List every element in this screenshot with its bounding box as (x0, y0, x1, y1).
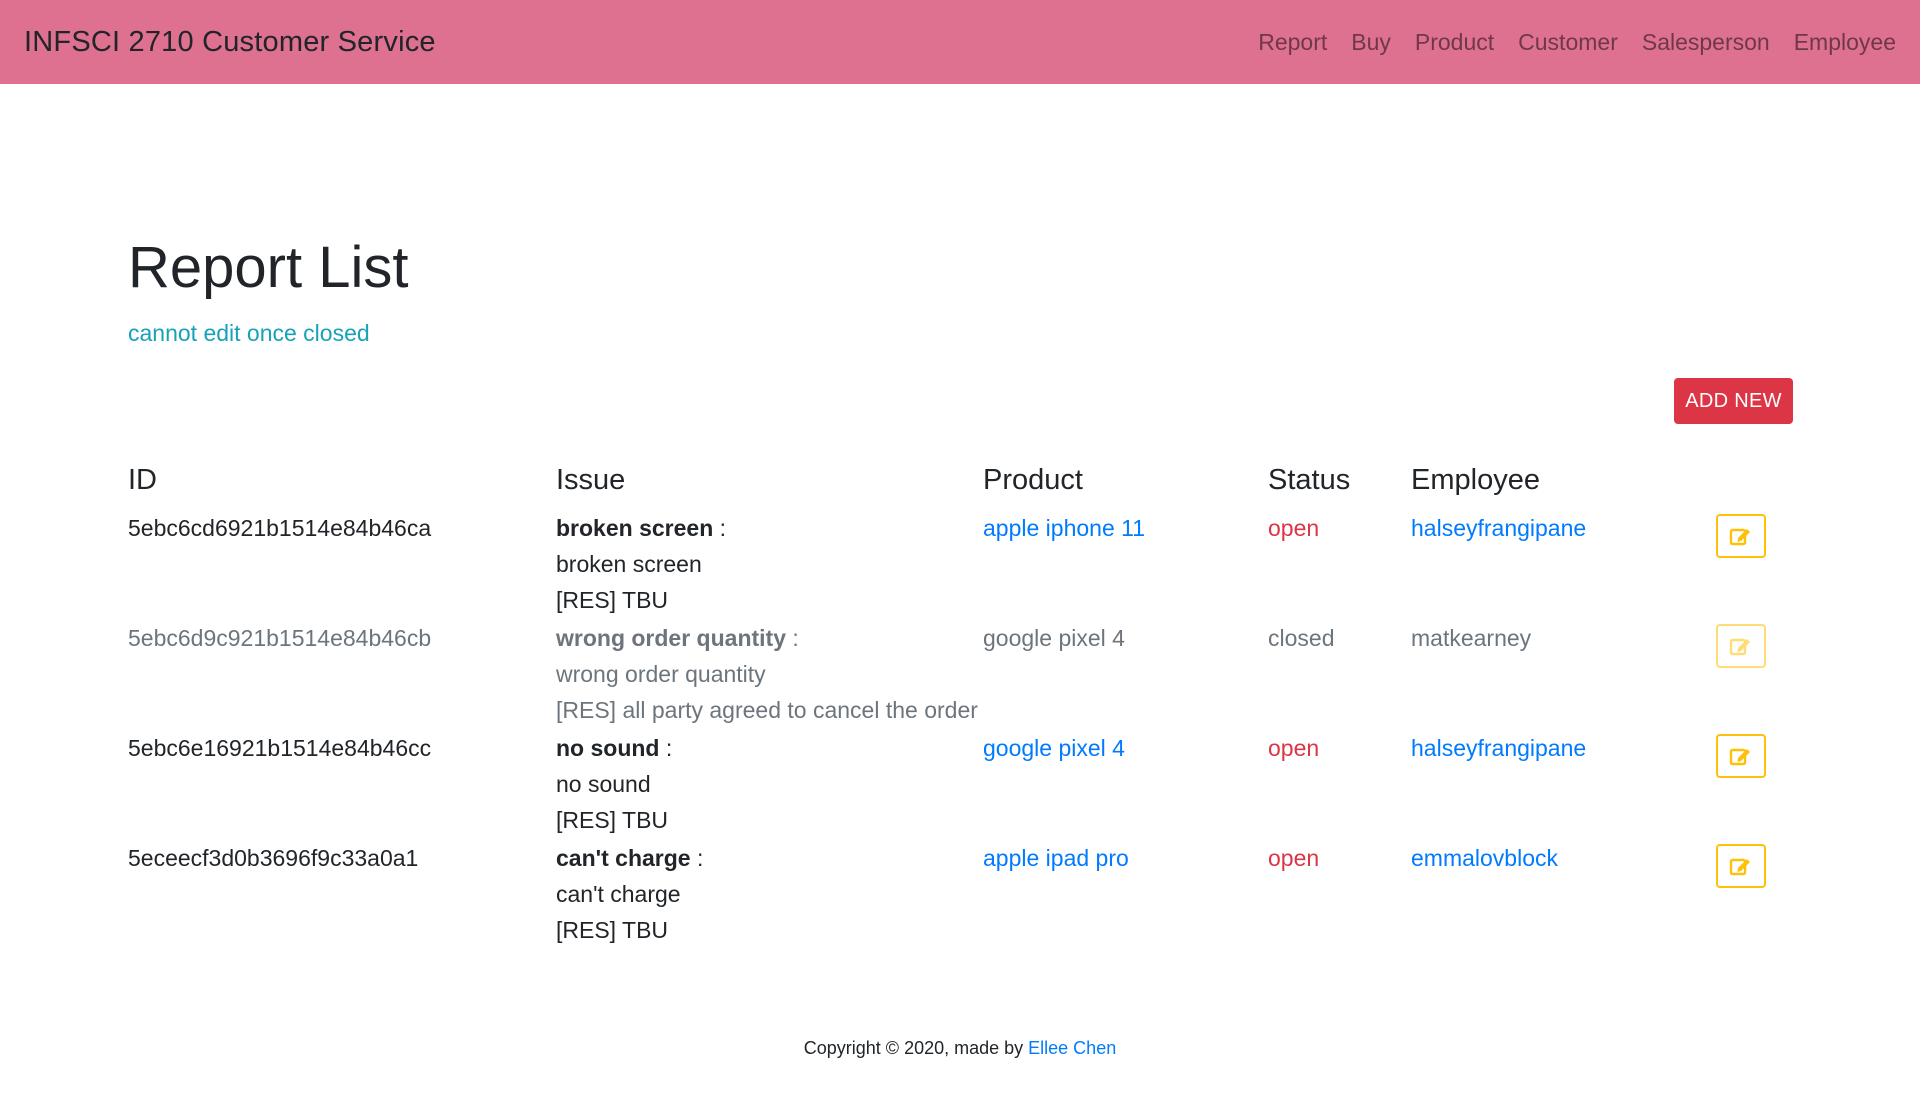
navbar-brand[interactable]: INFSCI 2710 Customer Service (24, 26, 436, 59)
nav-link-customer[interactable]: Customer (1506, 29, 1630, 56)
nav-link-buy[interactable]: Buy (1339, 29, 1403, 56)
report-id: 5ebc6d9c921b1514e84b46cb (128, 625, 432, 651)
status-text: closed (1268, 625, 1335, 651)
issue-resolution: [RES] TBU (556, 917, 669, 943)
report-issue: can't charge : can't charge [RES] TBU (556, 838, 983, 948)
edit-icon (1729, 528, 1750, 546)
table-row: 5ebc6d9c921b1514e84b46cb wrong order qua… (128, 618, 1796, 728)
header-id: ID (128, 464, 157, 496)
employee-link[interactable]: emmalovblock (1411, 845, 1558, 871)
report-issue: wrong order quantity : wrong order quant… (556, 618, 983, 728)
edit-icon (1729, 638, 1750, 656)
status-text: open (1268, 735, 1320, 761)
report-id: 5eceecf3d0b3696f9c33a0a1 (128, 845, 419, 871)
issue-description: wrong order quantity (556, 661, 766, 687)
issue-title: broken screen (556, 515, 714, 541)
issue-title: no sound (556, 735, 660, 761)
header-actions (1696, 464, 1796, 508)
product-link[interactable]: google pixel 4 (983, 735, 1125, 761)
footer: Copyright © 2020, made by Ellee Chen (0, 1038, 1920, 1059)
footer-copyright: Copyright © 2020, made by (803, 1038, 1029, 1058)
footer-author-link[interactable]: Ellee Chen (1028, 1038, 1116, 1058)
report-id: 5ebc6cd6921b1514e84b46ca (128, 515, 432, 541)
employee-link[interactable]: halseyfrangipane (1411, 735, 1586, 761)
issue-title: can't charge (556, 845, 691, 871)
edit-icon (1729, 748, 1750, 766)
employee-link[interactable]: halseyfrangipane (1411, 515, 1586, 541)
navbar-links: Report Buy Product Customer Salesperson … (1246, 29, 1896, 56)
page-title: Report List (128, 235, 409, 300)
edit-icon (1729, 858, 1750, 876)
issue-description: no sound (556, 771, 651, 797)
edit-button[interactable] (1716, 514, 1766, 558)
issue-separator: : (786, 625, 799, 651)
nav-link-employee[interactable]: Employee (1782, 29, 1896, 56)
product-link[interactable]: apple ipad pro (983, 845, 1129, 871)
issue-description: can't charge (556, 881, 681, 907)
edit-button[interactable] (1716, 844, 1766, 888)
nav-link-report[interactable]: Report (1246, 29, 1339, 56)
header-employee: Employee (1411, 464, 1540, 496)
product-text: google pixel 4 (983, 625, 1125, 651)
employee-text: matkearney (1411, 625, 1532, 651)
page-subtitle: cannot edit once closed (128, 320, 370, 346)
status-text: open (1268, 845, 1320, 871)
report-issue: broken screen : broken screen [RES] TBU (556, 508, 983, 618)
header-issue: Issue (556, 464, 626, 496)
report-issue: no sound : no sound [RES] TBU (556, 728, 983, 838)
table-row: 5ebc6e16921b1514e84b46cc no sound : no s… (128, 728, 1796, 838)
table-header-row: ID Issue Product Status Employee (128, 464, 1796, 508)
report-id: 5ebc6e16921b1514e84b46cc (128, 735, 432, 761)
report-table: ID Issue Product Status Employee 5ebc6cd… (128, 464, 1796, 948)
table-row: 5ebc6cd6921b1514e84b46ca broken screen :… (128, 508, 1796, 618)
issue-resolution: [RES] all party agreed to cancel the ord… (556, 697, 978, 723)
edit-button-disabled (1716, 624, 1766, 668)
issue-description: broken screen (556, 551, 702, 577)
issue-separator: : (713, 515, 727, 541)
nav-link-product[interactable]: Product (1403, 29, 1506, 56)
issue-separator: : (690, 845, 704, 871)
header-product: Product (983, 464, 1083, 496)
issue-title: wrong order quantity (556, 625, 786, 651)
nav-link-salesperson[interactable]: Salesperson (1630, 29, 1782, 56)
product-link[interactable]: apple iphone 11 (983, 515, 1145, 541)
edit-button[interactable] (1716, 734, 1766, 778)
add-new-button[interactable]: ADD NEW (1674, 378, 1793, 424)
issue-resolution: [RES] TBU (556, 807, 669, 833)
issue-resolution: [RES] TBU (556, 587, 669, 613)
issue-separator: : (659, 735, 673, 761)
header-status: Status (1268, 464, 1351, 496)
navbar: INFSCI 2710 Customer Service Report Buy … (0, 0, 1920, 84)
status-text: open (1268, 515, 1320, 541)
table-row: 5eceecf3d0b3696f9c33a0a1 can't charge : … (128, 838, 1796, 948)
